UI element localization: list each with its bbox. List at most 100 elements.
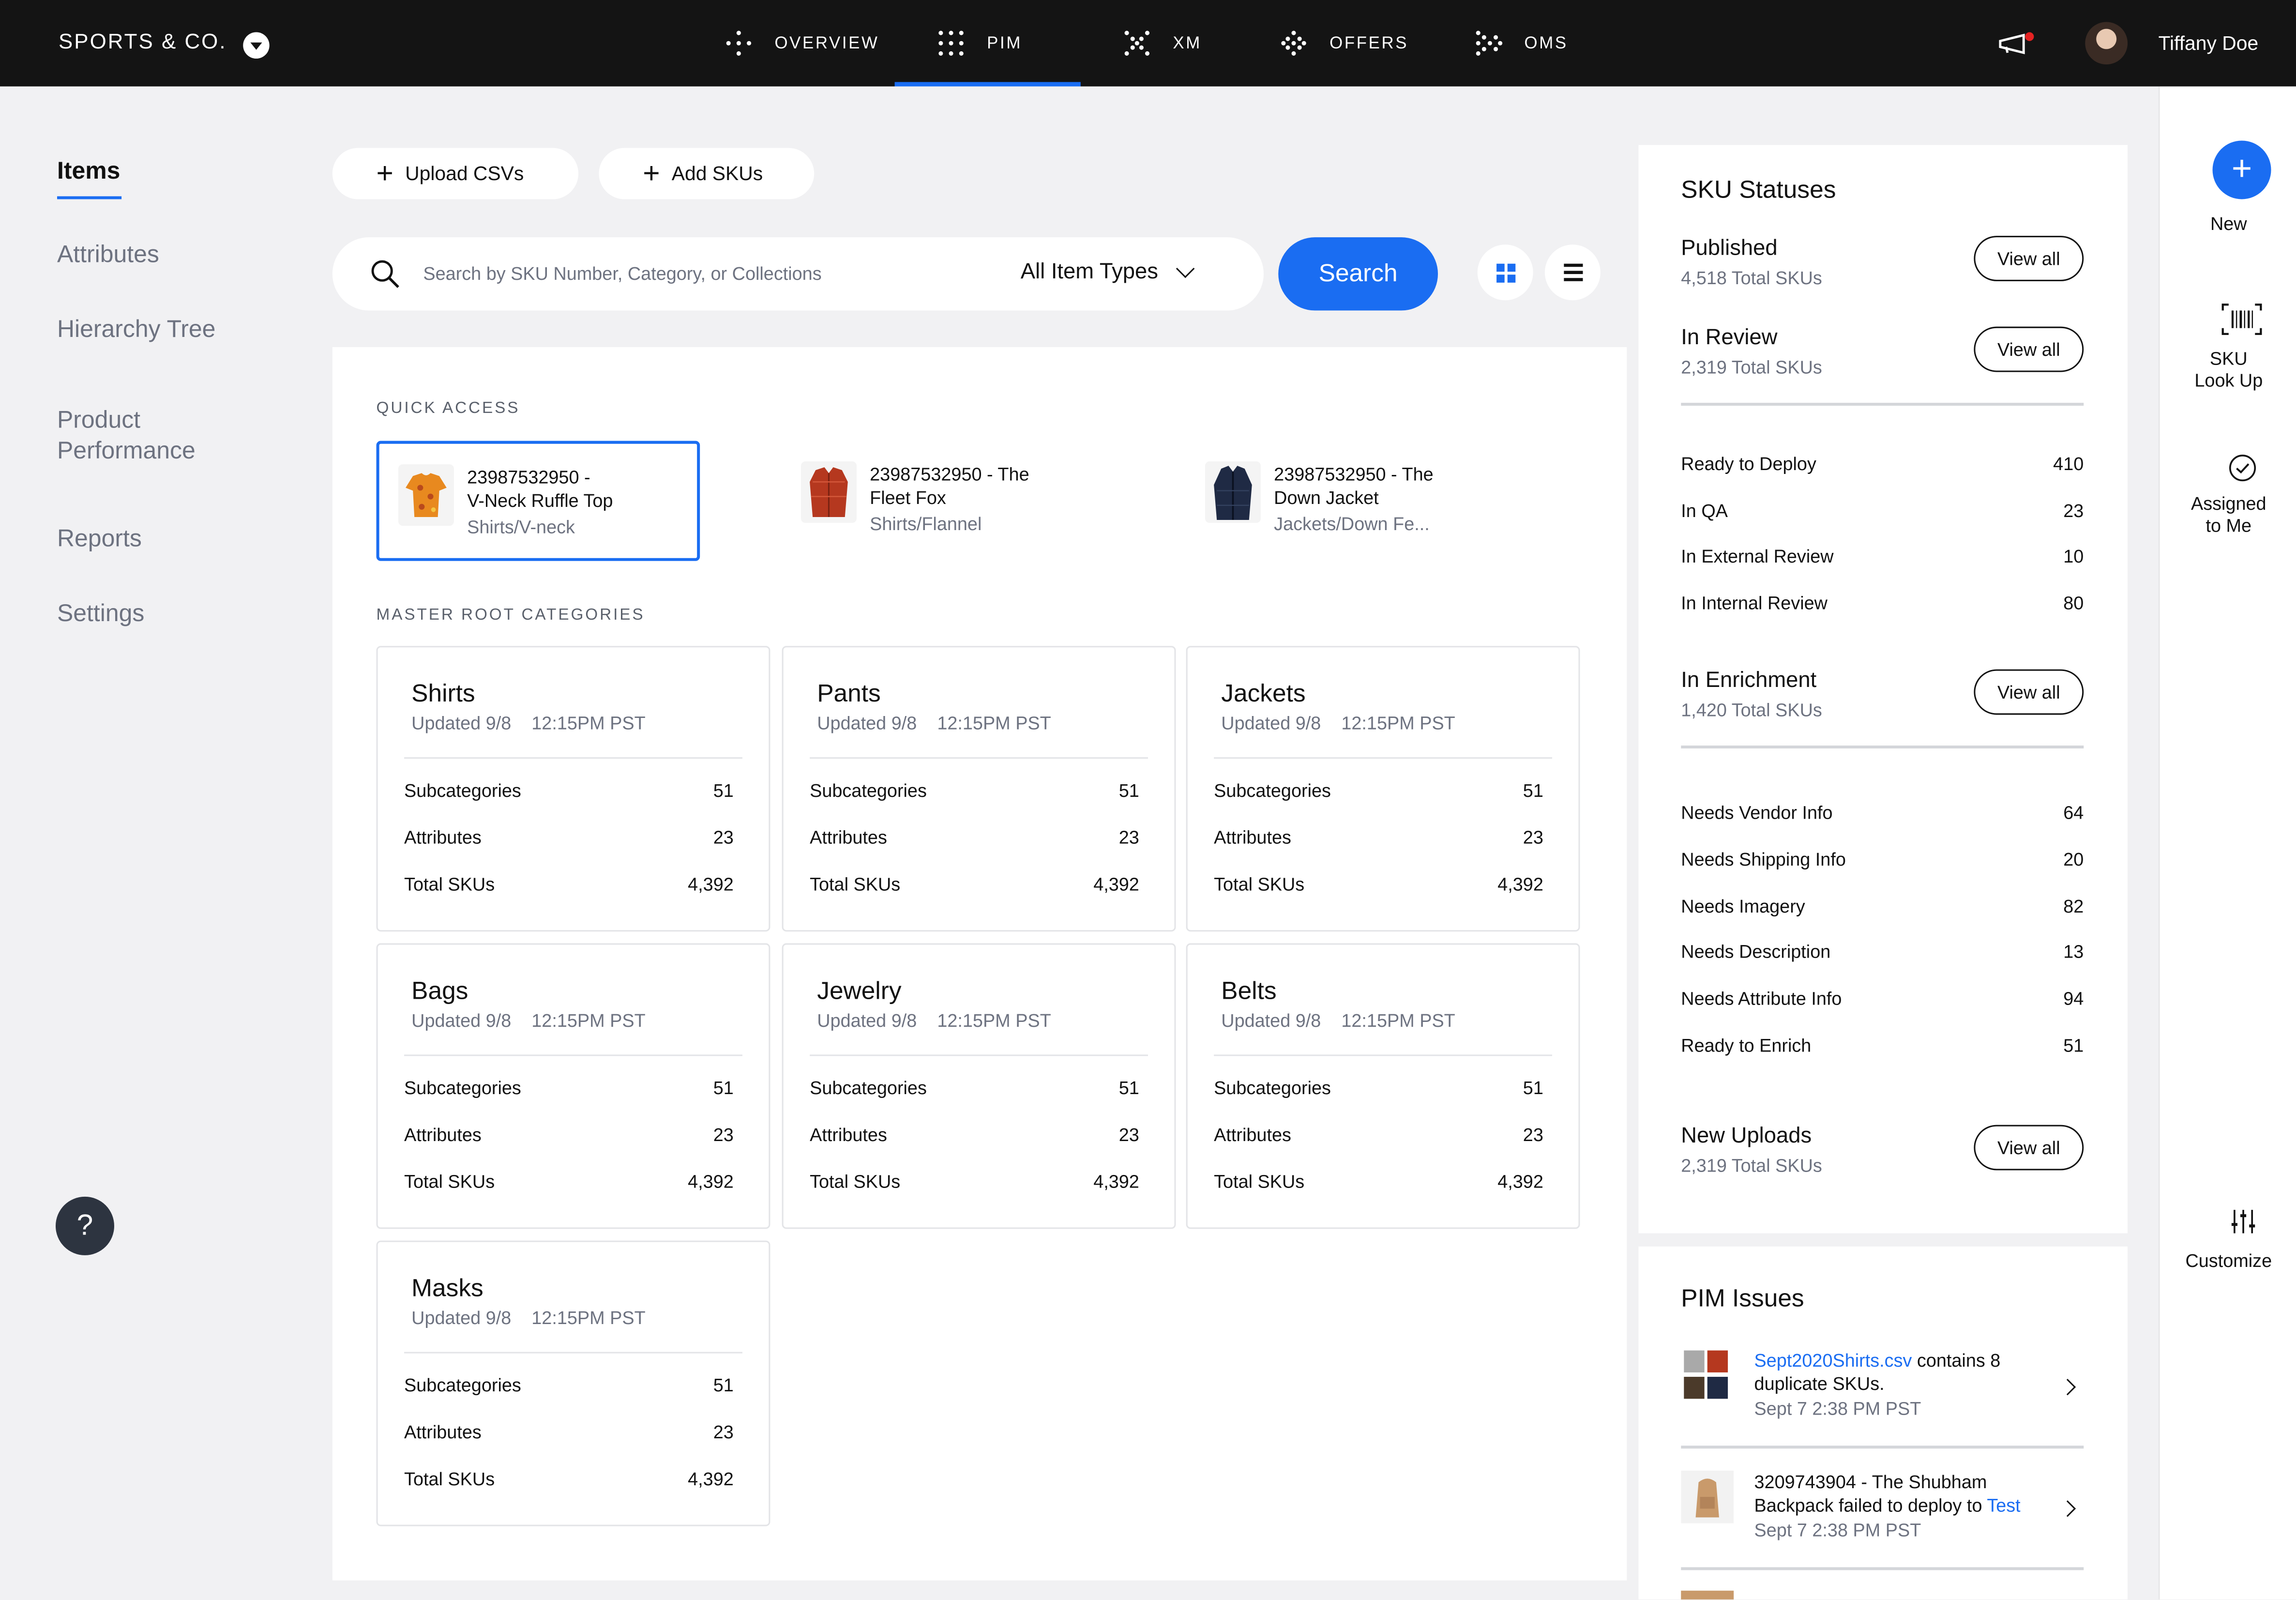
category-card[interactable]: Masks Updated 9/8 12:15PM PST Subcategorie… — [376, 1240, 770, 1526]
help-button[interactable]: ? — [55, 1196, 114, 1255]
customize-label[interactable]: Customize — [2160, 1251, 2296, 1273]
new-button[interactable]: + — [2212, 140, 2271, 199]
quick-access-title: 23987532950 - The Down Jacket — [1274, 464, 1434, 508]
category-total-skus-row: Total SKUs 4,392 — [404, 874, 734, 895]
nav-xm[interactable]: XM — [1123, 0, 1202, 87]
sidebar-item-reports[interactable]: Reports — [57, 526, 142, 553]
item-type-dropdown[interactable]: All Item Types — [1021, 259, 1195, 284]
category-card[interactable]: Jewelry Updated 9/8 12:15PM PST Subcategor… — [782, 943, 1176, 1229]
nav-overview[interactable]: OVERVIEW — [725, 0, 879, 87]
pim-issues-title: PIM Issues — [1681, 1284, 1804, 1312]
review-status-row[interactable]: In Internal Review 80 — [1681, 593, 2084, 613]
enrichment-status-row[interactable]: Ready to Enrich 51 — [1681, 1036, 2084, 1056]
divider — [404, 757, 742, 759]
published-view-all-button[interactable]: View all — [1974, 236, 2084, 281]
divider — [1681, 403, 2084, 405]
divider — [810, 1054, 1148, 1056]
search-icon — [371, 260, 399, 288]
user-avatar[interactable] — [2085, 22, 2128, 65]
check-circle-icon[interactable] — [2229, 454, 2256, 482]
in-enrichment-title: In Enrichment — [1681, 668, 1817, 693]
issue-description: 3209743904 - The Shubham Backpack failed… — [1754, 1472, 2021, 1516]
issue-env-link[interactable]: Test — [1987, 1495, 2020, 1516]
issue-file-link[interactable]: Sept2020Shirts.csv — [1754, 1351, 1912, 1371]
grid-view-button[interactable] — [1477, 244, 1533, 301]
issue-description: Sept2020Shirts.csv contains 8 duplicate … — [1754, 1350, 2001, 1395]
nav-oms[interactable]: OMS — [1475, 0, 1568, 87]
add-skus-button[interactable]: + Add SKUs — [599, 148, 815, 199]
category-updated: Updated 9/8 12:15PM PST — [411, 713, 646, 734]
divider — [404, 1352, 742, 1354]
new-uploads-count: 2,319 Total SKUs — [1681, 1156, 1822, 1176]
category-card[interactable]: Belts Updated 9/8 12:15PM PST Subcategorie… — [1186, 943, 1580, 1229]
chevron-right-icon[interactable] — [2059, 1379, 2076, 1396]
issue-timestamp: Sept 7 2:38 PM PST — [1754, 1520, 1921, 1541]
category-updated: Updated 9/8 12:15PM PST — [1221, 713, 1455, 734]
quick-access-item[interactable]: 23987532950 - The Down Jacket Jackets/Do… — [1186, 441, 1510, 561]
issue-item[interactable]: 3209743904 - The Shubham Backpack failed… — [1681, 1470, 2084, 1559]
search-input[interactable] — [423, 259, 965, 289]
category-card[interactable]: Jackets Updated 9/8 12:15PM PST Subcategor… — [1186, 646, 1580, 932]
category-name: Masks — [411, 1274, 483, 1302]
category-card[interactable]: Shirts Updated 9/8 12:15PM PST Subcategori… — [376, 646, 770, 932]
new-uploads-title: New Uploads — [1681, 1123, 1812, 1148]
category-name: Shirts — [411, 679, 475, 708]
add-skus-label: Add SKUs — [671, 162, 763, 185]
enrichment-status-row[interactable]: Needs Attribute Info 94 — [1681, 989, 2084, 1009]
plus-icon: + — [643, 157, 660, 190]
in-review-count: 2,319 Total SKUs — [1681, 357, 1822, 378]
new-label: New — [2210, 213, 2247, 235]
issue-item[interactable]: Sept2020Shirts.csv contains 8 duplicate … — [1681, 1349, 2084, 1437]
assigned-to-me-label[interactable]: Assigned to Me — [2160, 494, 2296, 538]
list-view-button[interactable] — [1544, 244, 1601, 301]
category-subcategories-row: Subcategories 51 — [404, 780, 734, 801]
sliders-icon[interactable] — [2230, 1208, 2256, 1234]
nav-pim[interactable]: PIM — [894, 0, 1081, 87]
megaphone-notification-icon[interactable] — [1997, 32, 2036, 56]
category-total-skus-row: Total SKUs 4,392 — [404, 1469, 734, 1490]
grid-view-icon — [1495, 263, 1515, 282]
new-uploads-view-all-button[interactable]: View all — [1974, 1125, 2084, 1171]
category-total-skus-row: Total SKUs 4,392 — [810, 1172, 1139, 1192]
overview-icon — [725, 29, 755, 58]
nav-offers[interactable]: OFFERS — [1280, 0, 1408, 87]
sku-lookup-label[interactable]: SKU Look Up — [2160, 349, 2296, 393]
barcode-icon[interactable] — [2221, 303, 2263, 335]
in-enrichment-view-all-button[interactable]: View all — [1974, 669, 2084, 715]
enrichment-status-row[interactable]: Needs Shipping Info 20 — [1681, 849, 2084, 869]
enrichment-status-row[interactable]: Needs Imagery 82 — [1681, 896, 2084, 916]
category-card[interactable]: Bags Updated 9/8 12:15PM PST Subcategories… — [376, 943, 770, 1229]
quick-access-item[interactable]: 23987532950 - The Fleet Fox Shirts/Flann… — [782, 441, 1106, 561]
brand-dropdown-icon[interactable] — [243, 32, 270, 59]
category-subcategories-row: Subcategories 51 — [810, 780, 1139, 801]
search-bar: All Item Types — [332, 237, 1264, 311]
sidebar-item-hierarchy-tree[interactable]: Hierarchy Tree — [57, 317, 215, 344]
chevron-right-icon[interactable] — [2059, 1500, 2076, 1517]
sidebar-item-items[interactable]: Items — [57, 158, 120, 186]
pim-grid-icon — [937, 29, 967, 58]
sidebar-item-product-performance[interactable]: Product Performance — [57, 406, 196, 467]
in-review-title: In Review — [1681, 325, 1778, 350]
shirts-csv-thumbnail — [1684, 1350, 1728, 1399]
review-status-row[interactable]: In QA 23 — [1681, 500, 2084, 520]
brand-name[interactable]: SPORTS & CO. — [59, 31, 227, 54]
sidebar-item-settings[interactable]: Settings — [57, 600, 144, 628]
upload-csvs-button[interactable]: + Upload CSVs — [332, 148, 579, 199]
enrichment-status-row[interactable]: Needs Vendor Info 64 — [1681, 803, 2084, 823]
plus-icon: + — [376, 157, 393, 190]
oms-icon — [1475, 29, 1504, 58]
category-total-skus-row: Total SKUs 4,392 — [810, 874, 1139, 895]
product-thumbnail — [801, 461, 857, 523]
nav-overview-label: OVERVIEW — [774, 34, 879, 52]
user-name[interactable]: Tiffany Doe — [2159, 32, 2259, 54]
in-review-view-all-button[interactable]: View all — [1974, 326, 2084, 372]
quick-access-title: 23987532950 - The Fleet Fox — [870, 464, 1029, 508]
search-button[interactable]: Search — [1278, 237, 1438, 311]
enrichment-status-row[interactable]: Needs Description 13 — [1681, 943, 2084, 963]
quick-access-item[interactable]: 23987532950 - V-Neck Ruffle Top Shirts/V… — [376, 441, 700, 561]
sidebar-item-attributes[interactable]: Attributes — [57, 242, 159, 269]
review-status-row[interactable]: Ready to Deploy 410 — [1681, 454, 2084, 474]
category-card[interactable]: Pants Updated 9/8 12:15PM PST Subcategorie… — [782, 646, 1176, 932]
chevron-down-icon — [1176, 259, 1195, 277]
review-status-row[interactable]: In External Review 10 — [1681, 547, 2084, 567]
